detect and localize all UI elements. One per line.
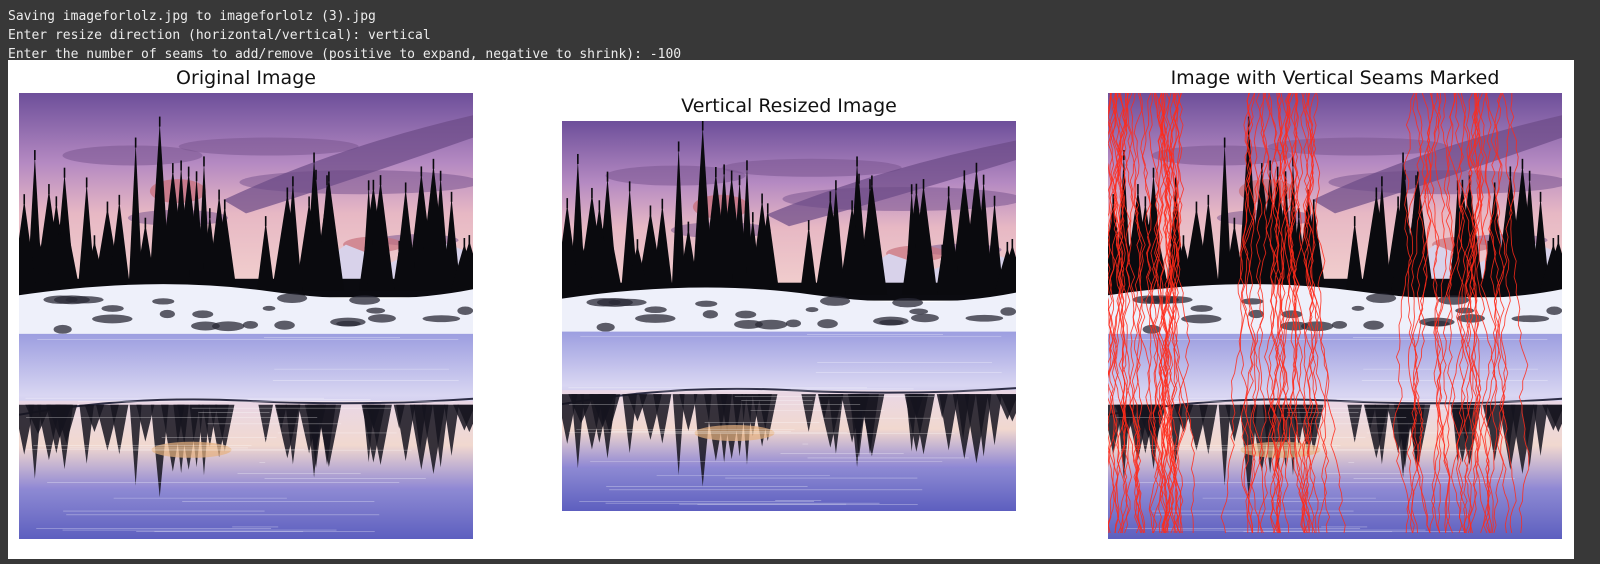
seams-marked-image bbox=[1108, 93, 1562, 539]
title-seams: Image with Vertical Seams Marked bbox=[1170, 67, 1500, 89]
panel-seams: Image with Vertical Seams Marked bbox=[1108, 60, 1562, 559]
resized-image bbox=[562, 121, 1016, 511]
output-area-scroll-gutter bbox=[1580, 60, 1600, 559]
output-console: Saving imageforlolz.jpg to imageforlolz … bbox=[8, 0, 1592, 64]
panel-original: Original Image bbox=[19, 60, 473, 559]
output-bottom-edge bbox=[0, 559, 1600, 564]
title-resized: Vertical Resized Image bbox=[681, 95, 897, 117]
console-line-cropped bbox=[8, 0, 1592, 7]
title-original: Original Image bbox=[176, 67, 316, 89]
console-line-1: Saving imageforlolz.jpg to imageforlolz … bbox=[8, 9, 376, 24]
matplotlib-figure: Original Image Vertical Resized Image Im… bbox=[8, 60, 1574, 559]
console-line-2: Enter resize direction (horizontal/verti… bbox=[8, 28, 431, 43]
original-image bbox=[19, 93, 473, 539]
panel-resized: Vertical Resized Image bbox=[562, 60, 1016, 559]
